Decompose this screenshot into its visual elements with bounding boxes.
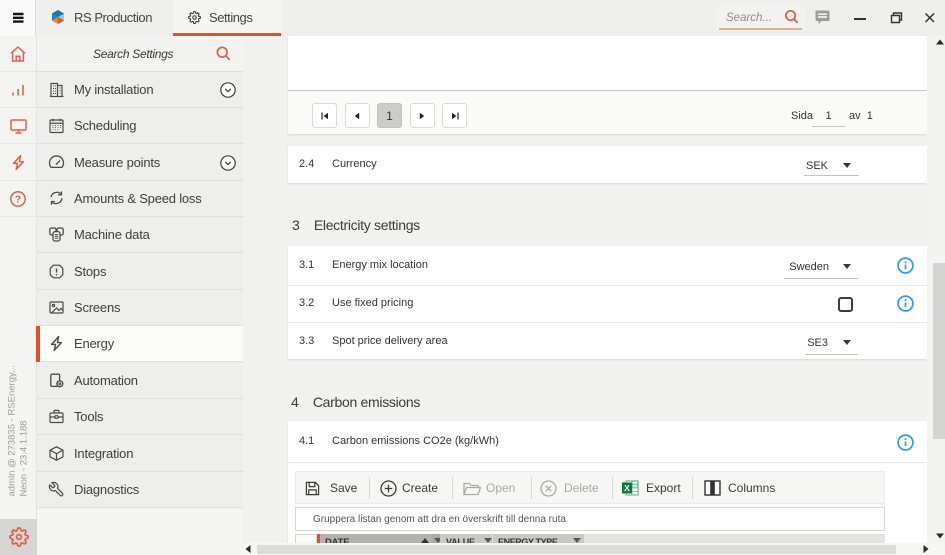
- svg-text:?: ?: [15, 194, 21, 205]
- svg-text:X: X: [624, 483, 630, 493]
